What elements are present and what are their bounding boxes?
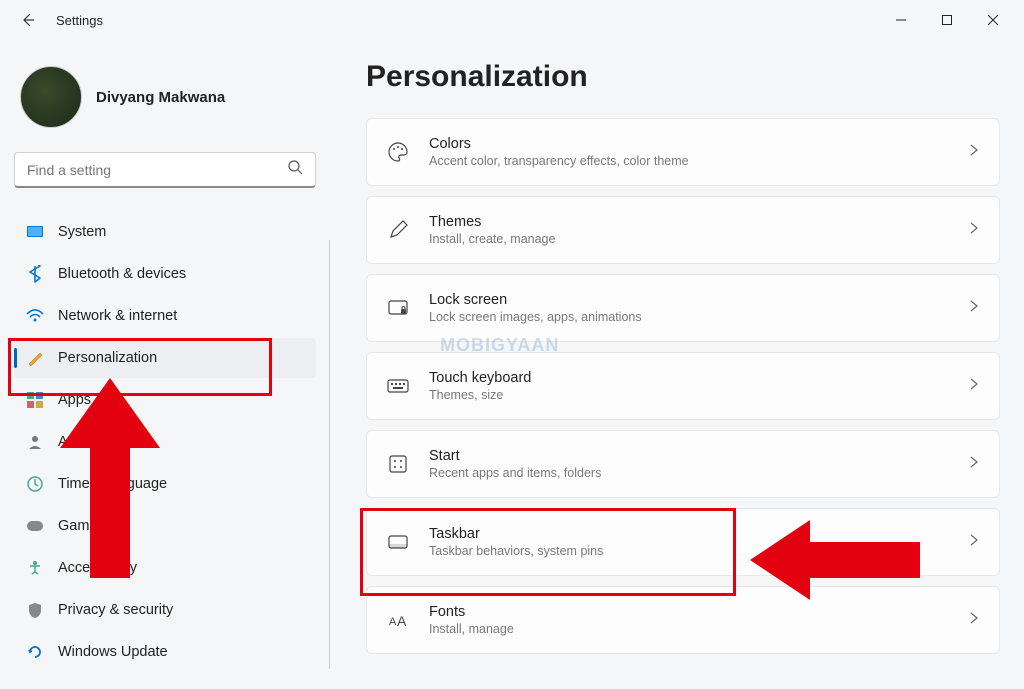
sidebar-item-label: Personalization: [58, 350, 157, 366]
time-language-icon: [26, 475, 44, 493]
sidebar-divider: [329, 240, 330, 669]
chevron-right-icon: [969, 143, 979, 162]
gaming-icon: [26, 517, 44, 535]
keyboard-icon: [387, 375, 409, 397]
sidebar-item-label: Privacy & security: [58, 602, 173, 618]
sidebar-item-apps[interactable]: Apps: [14, 380, 316, 420]
card-sub: Lock screen images, apps, animations: [429, 310, 969, 324]
palette-icon: [387, 141, 409, 163]
card-title: Touch keyboard: [429, 370, 969, 386]
sidebar-item-label: Time & language: [58, 476, 167, 492]
page-title: Personalization: [366, 60, 1000, 94]
sidebar-item-gaming[interactable]: Gaming: [14, 506, 316, 546]
card-colors[interactable]: Colors Accent color, transparency effects…: [366, 118, 1000, 186]
sidebar-item-label: Bluetooth & devices: [58, 266, 186, 282]
card-title: Themes: [429, 214, 969, 230]
card-sub: Install, create, manage: [429, 232, 969, 246]
maximize-button[interactable]: [924, 0, 970, 40]
sidebar-item-system[interactable]: System: [14, 212, 316, 252]
bluetooth-icon: [26, 265, 44, 283]
minimize-button[interactable]: [878, 0, 924, 40]
apps-icon: [26, 391, 44, 409]
sidebar-item-windows-update[interactable]: Windows Update: [14, 632, 316, 672]
start-icon: [387, 453, 409, 475]
pen-icon: [387, 219, 409, 241]
card-sub: Install, manage: [429, 622, 969, 636]
sidebar-item-bluetooth[interactable]: Bluetooth & devices: [14, 254, 316, 294]
card-themes[interactable]: Themes Install, create, manage: [366, 196, 1000, 264]
accounts-icon: [26, 433, 44, 451]
sidebar-item-time-language[interactable]: Time & language: [14, 464, 316, 504]
chevron-right-icon: [969, 533, 979, 552]
taskbar-icon: [387, 531, 409, 553]
sidebar-item-label: Windows Update: [58, 644, 168, 660]
card-title: Colors: [429, 136, 969, 152]
chevron-right-icon: [969, 377, 979, 396]
sidebar-item-label: System: [58, 224, 106, 240]
card-taskbar[interactable]: Taskbar Taskbar behaviors, system pins: [366, 508, 1000, 576]
card-sub: Accent color, transparency effects, colo…: [429, 154, 969, 168]
card-title: Taskbar: [429, 526, 969, 542]
system-icon: [26, 223, 44, 241]
sidebar-item-label: Accounts: [58, 434, 118, 450]
svg-text:A: A: [397, 613, 407, 629]
card-title: Start: [429, 448, 969, 464]
search-icon: [287, 159, 303, 180]
fonts-icon: AA: [387, 609, 409, 631]
sidebar-item-label: Network & internet: [58, 308, 177, 324]
search-input[interactable]: [27, 162, 287, 178]
paintbrush-icon: [26, 349, 44, 367]
window-title: Settings: [56, 13, 103, 28]
chevron-right-icon: [969, 299, 979, 318]
card-touch-keyboard[interactable]: Touch keyboard Themes, size: [366, 352, 1000, 420]
back-button[interactable]: [8, 0, 48, 40]
card-lock-screen[interactable]: Lock screen Lock screen images, apps, ani…: [366, 274, 1000, 342]
shield-icon: [26, 601, 44, 619]
chevron-right-icon: [969, 455, 979, 474]
svg-text:A: A: [389, 616, 397, 628]
sidebar-item-label: Apps: [58, 392, 91, 408]
sidebar-item-accessibility[interactable]: Accessibility: [14, 548, 316, 588]
chevron-right-icon: [969, 611, 979, 630]
card-fonts[interactable]: AA Fonts Install, manage: [366, 586, 1000, 654]
sidebar-item-privacy[interactable]: Privacy & security: [14, 590, 316, 630]
sidebar-item-personalization[interactable]: Personalization: [14, 338, 316, 378]
search-box[interactable]: [14, 152, 316, 188]
close-button[interactable]: [970, 0, 1016, 40]
sidebar-item-accounts[interactable]: Accounts: [14, 422, 316, 462]
card-title: Lock screen: [429, 292, 969, 308]
card-title: Fonts: [429, 604, 969, 620]
wifi-icon: [26, 307, 44, 325]
avatar: [20, 66, 82, 128]
lock-screen-icon: [387, 297, 409, 319]
sidebar-item-label: Gaming: [58, 518, 109, 534]
windows-update-icon: [26, 643, 44, 661]
card-sub: Themes, size: [429, 388, 969, 402]
profile-name: Divyang Makwana: [96, 89, 225, 106]
card-sub: Recent apps and items, folders: [429, 466, 969, 480]
sidebar-item-network[interactable]: Network & internet: [14, 296, 316, 336]
chevron-right-icon: [969, 221, 979, 240]
profile-block[interactable]: Divyang Makwana: [20, 66, 316, 128]
sidebar-item-label: Accessibility: [58, 560, 137, 576]
card-start[interactable]: Start Recent apps and items, folders: [366, 430, 1000, 498]
card-sub: Taskbar behaviors, system pins: [429, 544, 969, 558]
accessibility-icon: [26, 559, 44, 577]
